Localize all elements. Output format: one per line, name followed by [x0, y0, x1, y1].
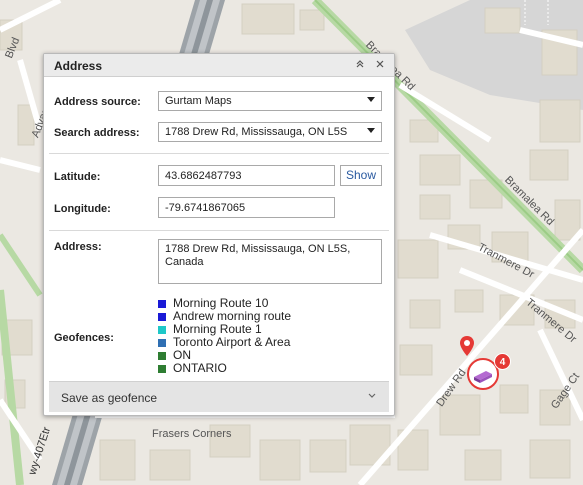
address-source-select[interactable]: Gurtam Maps	[158, 91, 382, 111]
geofence-color-swatch	[158, 326, 166, 334]
dropdown-arrow-icon	[367, 97, 375, 102]
place-label-frasers-corners: Frasers Corners	[152, 428, 232, 440]
dropdown-arrow-icon	[367, 128, 375, 133]
close-icon[interactable]	[372, 57, 388, 73]
save-as-geofence-bar[interactable]: Save as geofence	[49, 381, 389, 412]
geofence-name: Morning Route 10	[173, 296, 269, 310]
chevron-down-icon	[367, 390, 377, 403]
search-address-label: Search address:	[54, 127, 140, 139]
save-as-geofence-label: Save as geofence	[61, 391, 158, 405]
collapse-icon[interactable]	[352, 57, 368, 73]
geofence-list: Morning Route 10 Andrew morning route Mo…	[158, 297, 388, 375]
geofence-name: Toronto Airport & Area	[173, 335, 291, 349]
geofence-item[interactable]: ONTARIO	[158, 362, 388, 375]
geofences-label: Geofences:	[54, 332, 114, 344]
address-panel: Address Address source: Gurtam Maps Sear…	[43, 53, 395, 416]
geofence-name: ONTARIO	[173, 361, 227, 375]
address-source-label: Address source:	[54, 96, 141, 108]
divider	[49, 153, 389, 154]
geofence-color-swatch	[158, 365, 166, 373]
unit-count-badge: 4	[494, 353, 511, 370]
panel-header: Address	[44, 54, 394, 77]
search-address-select[interactable]: 1788 Drew Rd, Mississauga, ON L5S	[158, 122, 382, 142]
geofence-color-swatch	[158, 352, 166, 360]
truck-icon	[474, 371, 492, 383]
geofence-name: Morning Route 1	[173, 322, 262, 336]
show-button[interactable]: Show	[340, 165, 382, 186]
geofence-item[interactable]: Toronto Airport & Area	[158, 336, 388, 349]
geofence-color-swatch	[158, 300, 166, 308]
geofence-color-swatch	[158, 313, 166, 321]
search-address-value: 1788 Drew Rd, Mississauga, ON L5S	[165, 126, 348, 138]
latitude-field[interactable]	[158, 165, 335, 186]
address-label: Address:	[54, 241, 102, 253]
divider	[49, 230, 389, 231]
panel-title: Address	[54, 59, 103, 73]
geofence-name: ON	[173, 348, 191, 362]
geofence-name: Andrew morning route	[173, 309, 292, 323]
longitude-label: Longitude:	[54, 203, 111, 215]
geofence-color-swatch	[158, 339, 166, 347]
address-field[interactable]: 1788 Drew Rd, Mississauga, ON L5S, Canad…	[158, 239, 382, 284]
longitude-field[interactable]	[158, 197, 335, 218]
latitude-label: Latitude:	[54, 171, 101, 183]
address-source-value: Gurtam Maps	[165, 95, 232, 107]
location-pin-icon[interactable]	[460, 336, 474, 356]
